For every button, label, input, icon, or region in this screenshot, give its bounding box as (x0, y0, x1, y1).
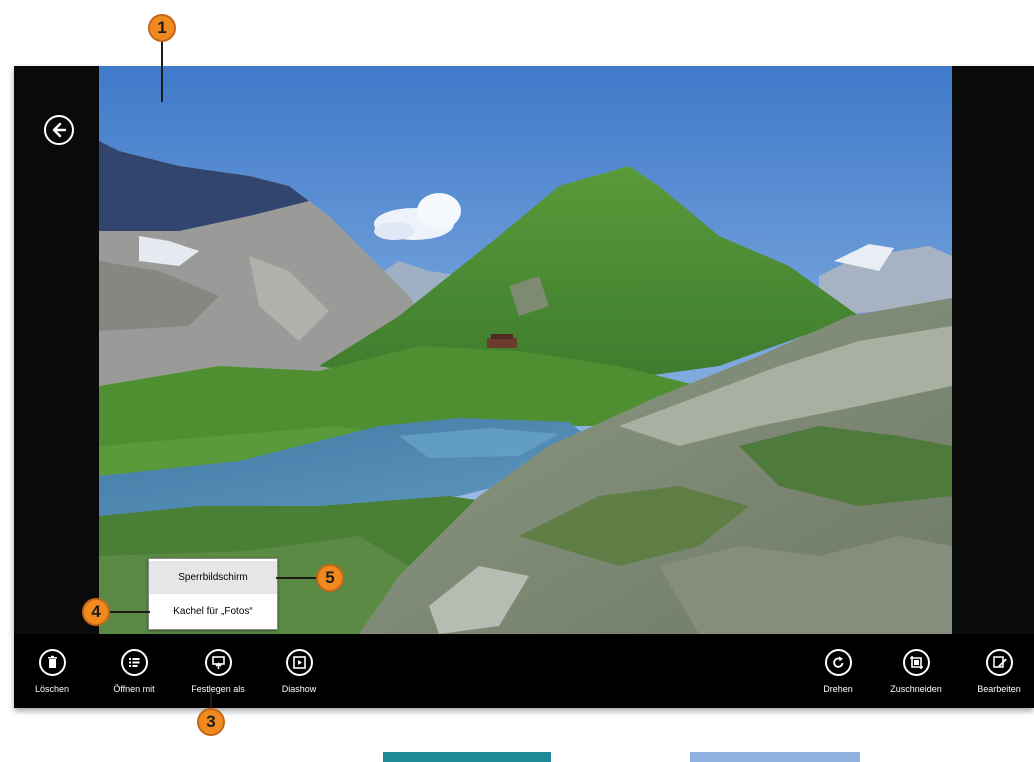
edit-icon (992, 656, 1007, 668)
menu-item-lock-screen[interactable]: Sperrbildschirm (149, 561, 277, 594)
trash-icon (47, 655, 57, 668)
rotate-label: Drehen (823, 684, 853, 694)
delete-label: Löschen (34, 684, 70, 694)
callout-4-leader (108, 611, 150, 613)
crop-label: Zuschneiden (890, 684, 942, 694)
callout-5-leader (276, 577, 318, 579)
set-as-label: Festlegen als (191, 684, 245, 694)
tile-blue (690, 752, 860, 762)
set-as-context-menu: Sperrbildschirm Kachel für „Fotos“ (148, 558, 278, 630)
edit-button[interactable]: Bearbeiten (959, 649, 1034, 695)
app-bar: Löschen Öffnen mit Festlegen als Diashow… (14, 634, 1034, 708)
callout-1: 1 (148, 14, 176, 42)
menu-item-app-tile[interactable]: Kachel für „Fotos“ (149, 595, 277, 628)
rotate-button[interactable]: Drehen (798, 649, 878, 695)
rotate-icon (832, 656, 843, 668)
open-with-button[interactable]: Öffnen mit (94, 649, 174, 695)
slideshow-button[interactable]: Diashow (259, 649, 339, 695)
callout-1-leader (161, 40, 163, 102)
slideshow-icon (292, 656, 306, 669)
callout-5: 5 (316, 564, 344, 592)
callout-3: 3 (197, 708, 225, 736)
back-button[interactable] (44, 115, 74, 145)
crop-button[interactable]: Zuschneiden (876, 649, 956, 695)
crop-icon (909, 656, 923, 669)
slideshow-label: Diashow (281, 684, 317, 694)
tile-teal (383, 752, 551, 762)
edit-label: Bearbeiten (977, 684, 1021, 694)
callout-4: 4 (82, 598, 110, 626)
set-as-button[interactable]: Festlegen als (178, 649, 258, 695)
set-as-icon (211, 656, 225, 669)
open-with-label: Öffnen mit (113, 684, 155, 694)
back-arrow-icon (52, 122, 67, 138)
mountain-lake-photo (99, 66, 952, 634)
open-with-icon (128, 658, 139, 667)
delete-button[interactable]: Löschen (12, 649, 92, 695)
photo-viewer[interactable] (99, 66, 952, 634)
